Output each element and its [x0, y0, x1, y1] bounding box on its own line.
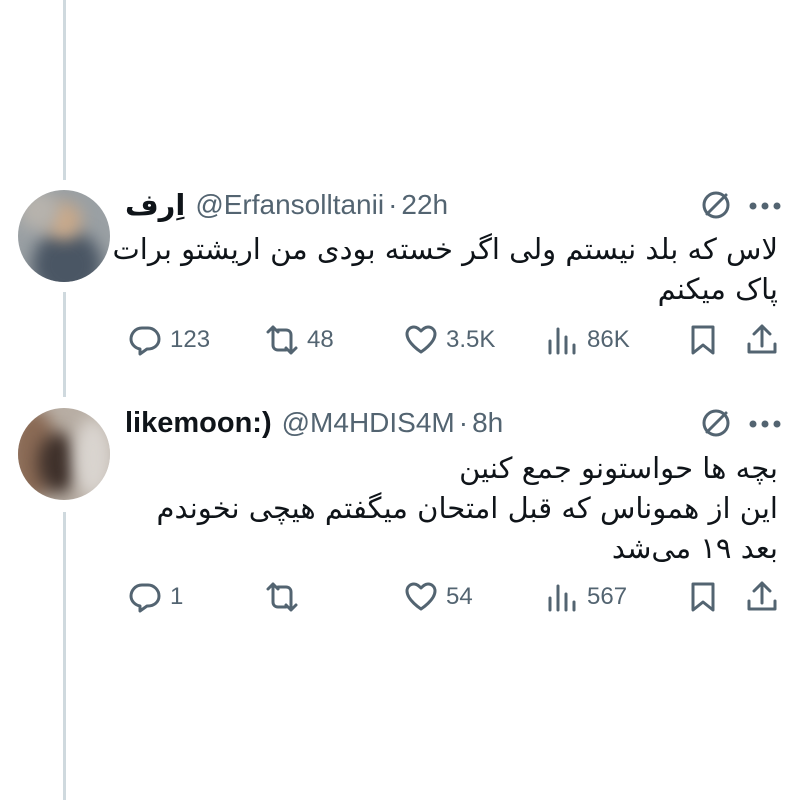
like-button[interactable]: 3.5K	[404, 320, 495, 360]
thread-line-top	[63, 0, 66, 180]
avatar[interactable]	[18, 408, 110, 500]
separator-dot: ·	[388, 189, 398, 220]
views-button[interactable]: 86K	[545, 320, 630, 360]
retweet-icon	[266, 582, 298, 612]
bookmark-icon	[691, 582, 715, 612]
separator-dot: ·	[458, 407, 469, 438]
views-icon	[548, 584, 576, 612]
reply-count: 123	[170, 326, 211, 353]
tweet-text-line: لاس که بلد نیستم ولی اگر خسته بودی من ار…	[112, 232, 778, 266]
tweet-header: اِرف @Erfansolltanii · 22h	[125, 185, 448, 225]
tweet-text-line: این از هموناس که قبل امتحان میگفتم هیچی …	[156, 491, 778, 525]
tweet-text-line: بعد ۱۹ می‌شد	[611, 531, 778, 565]
tweet-text-line: پاک میکنم	[657, 272, 778, 306]
more-icon[interactable]	[745, 196, 785, 216]
like-button[interactable]: 54	[404, 577, 473, 617]
share-icon	[747, 324, 777, 354]
reply-icon	[129, 583, 161, 613]
bookmark-button[interactable]	[686, 580, 720, 619]
timestamp[interactable]: 8h	[472, 407, 503, 439]
reply-button[interactable]: 1	[128, 577, 183, 617]
display-name[interactable]: اِرف	[125, 188, 185, 222]
retweet-button[interactable]: 48	[265, 320, 334, 360]
tweet-text: لاس که بلد نیستم ولی اگر خسته بودی من ار…	[112, 229, 778, 309]
tweet-text-line: بچه ها حواستونو جمع کنین	[459, 451, 778, 485]
like-count: 3.5K	[446, 326, 496, 353]
share-button[interactable]	[745, 322, 779, 361]
reply-button[interactable]: 123	[128, 320, 210, 360]
user-handle[interactable]: @M4HDIS4M	[282, 407, 455, 439]
tweet-header: likemoon:) @M4HDIS4M · 8h	[125, 403, 503, 443]
not-allowed-icon[interactable]	[698, 187, 734, 223]
more-icon[interactable]	[745, 414, 785, 434]
retweet-icon	[266, 325, 298, 355]
reply-count: 1	[170, 583, 184, 610]
tweet-text: بچه ها حواستونو جمع کنین این از هموناس ک…	[157, 448, 778, 568]
not-allowed-icon[interactable]	[698, 405, 734, 441]
reply-icon	[129, 326, 161, 356]
share-button[interactable]	[745, 579, 779, 618]
views-icon	[548, 327, 576, 355]
retweet-button[interactable]	[265, 577, 307, 617]
views-count: 567	[587, 583, 628, 610]
bookmark-icon	[691, 325, 715, 355]
views-count: 86K	[587, 326, 630, 353]
display-name[interactable]: likemoon:)	[125, 407, 272, 440]
like-count: 54	[446, 583, 473, 610]
views-button[interactable]: 567	[545, 577, 627, 617]
avatar[interactable]	[18, 190, 110, 282]
retweet-count: 48	[307, 326, 334, 353]
like-icon	[405, 325, 437, 354]
thread-line-bottom	[63, 512, 66, 800]
thread-line-middle	[63, 292, 66, 397]
timestamp[interactable]: 22h	[401, 189, 448, 221]
user-handle[interactable]: @Erfansolltanii	[195, 189, 384, 221]
bookmark-button[interactable]	[686, 323, 720, 362]
like-icon	[405, 582, 437, 611]
share-icon	[747, 581, 777, 611]
